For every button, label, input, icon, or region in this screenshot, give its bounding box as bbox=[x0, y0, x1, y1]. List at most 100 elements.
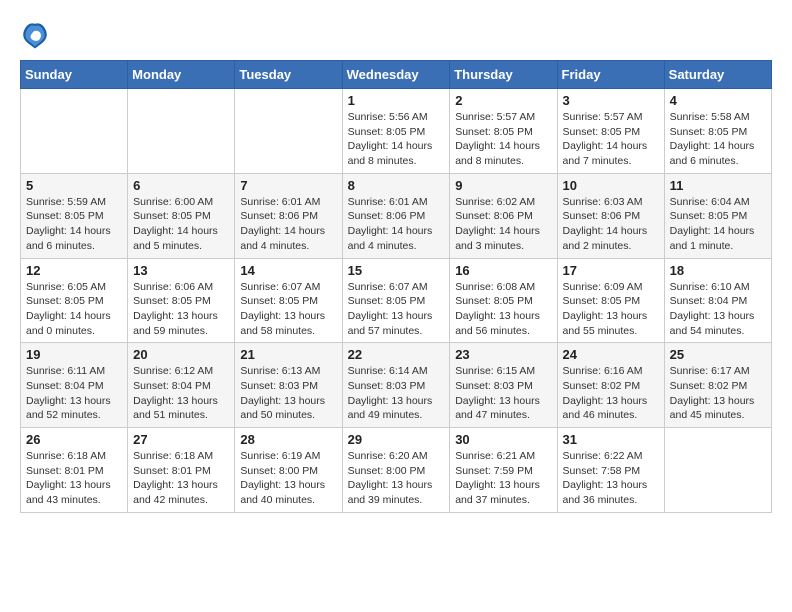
day-info: Sunrise: 6:08 AM Sunset: 8:05 PM Dayligh… bbox=[455, 280, 551, 339]
calendar-table: SundayMondayTuesdayWednesdayThursdayFrid… bbox=[20, 60, 772, 513]
day-info: Sunrise: 6:22 AM Sunset: 7:58 PM Dayligh… bbox=[563, 449, 659, 508]
day-info: Sunrise: 6:19 AM Sunset: 8:00 PM Dayligh… bbox=[240, 449, 336, 508]
day-number: 29 bbox=[348, 432, 445, 447]
calendar-cell: 17 Sunrise: 6:09 AM Sunset: 8:05 PM Dayli… bbox=[557, 258, 664, 343]
day-number: 28 bbox=[240, 432, 336, 447]
day-number: 7 bbox=[240, 178, 336, 193]
logo bbox=[20, 20, 54, 50]
calendar-cell: 9Sunrise: 6:02 AM Sunset: 8:06 PM Daylig… bbox=[450, 173, 557, 258]
day-info: Sunrise: 5:57 AM Sunset: 8:05 PM Dayligh… bbox=[563, 110, 659, 169]
day-number: 14 bbox=[240, 263, 336, 278]
day-info: Sunrise: 6:02 AM Sunset: 8:06 PM Dayligh… bbox=[455, 195, 551, 254]
day-number: 18 bbox=[670, 263, 766, 278]
day-number: 24 bbox=[563, 347, 659, 362]
day-info: Sunrise: 6:11 AM Sunset: 8:04 PM Dayligh… bbox=[26, 364, 122, 423]
day-info: Sunrise: 6:20 AM Sunset: 8:00 PM Dayligh… bbox=[348, 449, 445, 508]
calendar-cell: 22 Sunrise: 6:14 AM Sunset: 8:03 PM Dayli… bbox=[342, 343, 450, 428]
calendar-cell: 25Sunrise: 6:17 AM Sunset: 8:02 PM Dayli… bbox=[664, 343, 771, 428]
logo-icon bbox=[20, 20, 50, 50]
calendar-cell: 5 Sunrise: 5:59 AM Sunset: 8:05 PM Daylig… bbox=[21, 173, 128, 258]
calendar-cell: 30 Sunrise: 6:21 AM Sunset: 7:59 PM Dayli… bbox=[450, 428, 557, 513]
calendar-cell: 7 Sunrise: 6:01 AM Sunset: 8:06 PM Daylig… bbox=[235, 173, 342, 258]
calendar-cell: 3 Sunrise: 5:57 AM Sunset: 8:05 PM Daylig… bbox=[557, 89, 664, 174]
calendar-cell: 24 Sunrise: 6:16 AM Sunset: 8:02 PM Dayli… bbox=[557, 343, 664, 428]
day-number: 27 bbox=[133, 432, 229, 447]
day-number: 5 bbox=[26, 178, 122, 193]
page-header bbox=[20, 20, 772, 50]
day-info: Sunrise: 6:18 AM Sunset: 8:01 PM Dayligh… bbox=[26, 449, 122, 508]
calendar-cell: 27 Sunrise: 6:18 AM Sunset: 8:01 PM Dayli… bbox=[128, 428, 235, 513]
day-number: 17 bbox=[563, 263, 659, 278]
day-number: 22 bbox=[348, 347, 445, 362]
calendar-cell: 12 Sunrise: 6:05 AM Sunset: 8:05 PM Dayli… bbox=[21, 258, 128, 343]
day-info: Sunrise: 5:57 AM Sunset: 8:05 PM Dayligh… bbox=[455, 110, 551, 169]
calendar-cell: 21 Sunrise: 6:13 AM Sunset: 8:03 PM Dayli… bbox=[235, 343, 342, 428]
day-info: Sunrise: 6:21 AM Sunset: 7:59 PM Dayligh… bbox=[455, 449, 551, 508]
day-info: Sunrise: 6:06 AM Sunset: 8:05 PM Dayligh… bbox=[133, 280, 229, 339]
calendar-week-row: 1Sunrise: 5:56 AM Sunset: 8:05 PM Daylig… bbox=[21, 89, 772, 174]
day-number: 30 bbox=[455, 432, 551, 447]
day-number: 26 bbox=[26, 432, 122, 447]
calendar-week-row: 19 Sunrise: 6:11 AM Sunset: 8:04 PM Dayli… bbox=[21, 343, 772, 428]
calendar-week-row: 26 Sunrise: 6:18 AM Sunset: 8:01 PM Dayli… bbox=[21, 428, 772, 513]
day-info: Sunrise: 5:59 AM Sunset: 8:05 PM Dayligh… bbox=[26, 195, 122, 254]
weekday-header-monday: Monday bbox=[128, 61, 235, 89]
calendar-week-row: 12 Sunrise: 6:05 AM Sunset: 8:05 PM Dayli… bbox=[21, 258, 772, 343]
calendar-cell: 2 Sunrise: 5:57 AM Sunset: 8:05 PM Daylig… bbox=[450, 89, 557, 174]
day-number: 21 bbox=[240, 347, 336, 362]
day-info: Sunrise: 5:58 AM Sunset: 8:05 PM Dayligh… bbox=[670, 110, 766, 169]
day-number: 1 bbox=[348, 93, 445, 108]
calendar-cell: 10Sunrise: 6:03 AM Sunset: 8:06 PM Dayli… bbox=[557, 173, 664, 258]
day-number: 15 bbox=[348, 263, 445, 278]
day-number: 8 bbox=[348, 178, 445, 193]
calendar-cell: 28 Sunrise: 6:19 AM Sunset: 8:00 PM Dayli… bbox=[235, 428, 342, 513]
calendar-cell: 1Sunrise: 5:56 AM Sunset: 8:05 PM Daylig… bbox=[342, 89, 450, 174]
weekday-header-tuesday: Tuesday bbox=[235, 61, 342, 89]
day-info: Sunrise: 6:04 AM Sunset: 8:05 PM Dayligh… bbox=[670, 195, 766, 254]
day-number: 31 bbox=[563, 432, 659, 447]
day-number: 11 bbox=[670, 178, 766, 193]
weekday-header-friday: Friday bbox=[557, 61, 664, 89]
calendar-cell: 6 Sunrise: 6:00 AM Sunset: 8:05 PM Daylig… bbox=[128, 173, 235, 258]
calendar-cell: 26 Sunrise: 6:18 AM Sunset: 8:01 PM Dayli… bbox=[21, 428, 128, 513]
calendar-cell: 14Sunrise: 6:07 AM Sunset: 8:05 PM Dayli… bbox=[235, 258, 342, 343]
calendar-cell: 23Sunrise: 6:15 AM Sunset: 8:03 PM Dayli… bbox=[450, 343, 557, 428]
day-number: 10 bbox=[563, 178, 659, 193]
day-info: Sunrise: 6:09 AM Sunset: 8:05 PM Dayligh… bbox=[563, 280, 659, 339]
calendar-cell bbox=[128, 89, 235, 174]
calendar-cell: 11 Sunrise: 6:04 AM Sunset: 8:05 PM Dayli… bbox=[664, 173, 771, 258]
day-number: 12 bbox=[26, 263, 122, 278]
day-number: 23 bbox=[455, 347, 551, 362]
calendar-cell: 8 Sunrise: 6:01 AM Sunset: 8:06 PM Daylig… bbox=[342, 173, 450, 258]
day-number: 13 bbox=[133, 263, 229, 278]
calendar-cell: 13 Sunrise: 6:06 AM Sunset: 8:05 PM Dayli… bbox=[128, 258, 235, 343]
day-info: Sunrise: 6:12 AM Sunset: 8:04 PM Dayligh… bbox=[133, 364, 229, 423]
day-number: 19 bbox=[26, 347, 122, 362]
day-info: Sunrise: 6:13 AM Sunset: 8:03 PM Dayligh… bbox=[240, 364, 336, 423]
weekday-header-wednesday: Wednesday bbox=[342, 61, 450, 89]
day-info: Sunrise: 6:14 AM Sunset: 8:03 PM Dayligh… bbox=[348, 364, 445, 423]
day-number: 4 bbox=[670, 93, 766, 108]
day-number: 16 bbox=[455, 263, 551, 278]
weekday-header-sunday: Sunday bbox=[21, 61, 128, 89]
calendar-cell bbox=[21, 89, 128, 174]
day-number: 2 bbox=[455, 93, 551, 108]
day-info: Sunrise: 6:00 AM Sunset: 8:05 PM Dayligh… bbox=[133, 195, 229, 254]
weekday-header-thursday: Thursday bbox=[450, 61, 557, 89]
day-number: 20 bbox=[133, 347, 229, 362]
day-number: 6 bbox=[133, 178, 229, 193]
calendar-cell: 18 Sunrise: 6:10 AM Sunset: 8:04 PM Dayli… bbox=[664, 258, 771, 343]
calendar-cell: 19 Sunrise: 6:11 AM Sunset: 8:04 PM Dayli… bbox=[21, 343, 128, 428]
day-info: Sunrise: 6:10 AM Sunset: 8:04 PM Dayligh… bbox=[670, 280, 766, 339]
calendar-week-row: 5 Sunrise: 5:59 AM Sunset: 8:05 PM Daylig… bbox=[21, 173, 772, 258]
calendar-cell bbox=[664, 428, 771, 513]
calendar-cell: 16 Sunrise: 6:08 AM Sunset: 8:05 PM Dayli… bbox=[450, 258, 557, 343]
day-info: Sunrise: 6:16 AM Sunset: 8:02 PM Dayligh… bbox=[563, 364, 659, 423]
day-info: Sunrise: 6:07 AM Sunset: 8:05 PM Dayligh… bbox=[348, 280, 445, 339]
day-info: Sunrise: 6:01 AM Sunset: 8:06 PM Dayligh… bbox=[240, 195, 336, 254]
calendar-cell: 31 Sunrise: 6:22 AM Sunset: 7:58 PM Dayli… bbox=[557, 428, 664, 513]
day-number: 3 bbox=[563, 93, 659, 108]
day-info: Sunrise: 6:18 AM Sunset: 8:01 PM Dayligh… bbox=[133, 449, 229, 508]
day-info: Sunrise: 6:05 AM Sunset: 8:05 PM Dayligh… bbox=[26, 280, 122, 339]
day-info: Sunrise: 6:01 AM Sunset: 8:06 PM Dayligh… bbox=[348, 195, 445, 254]
